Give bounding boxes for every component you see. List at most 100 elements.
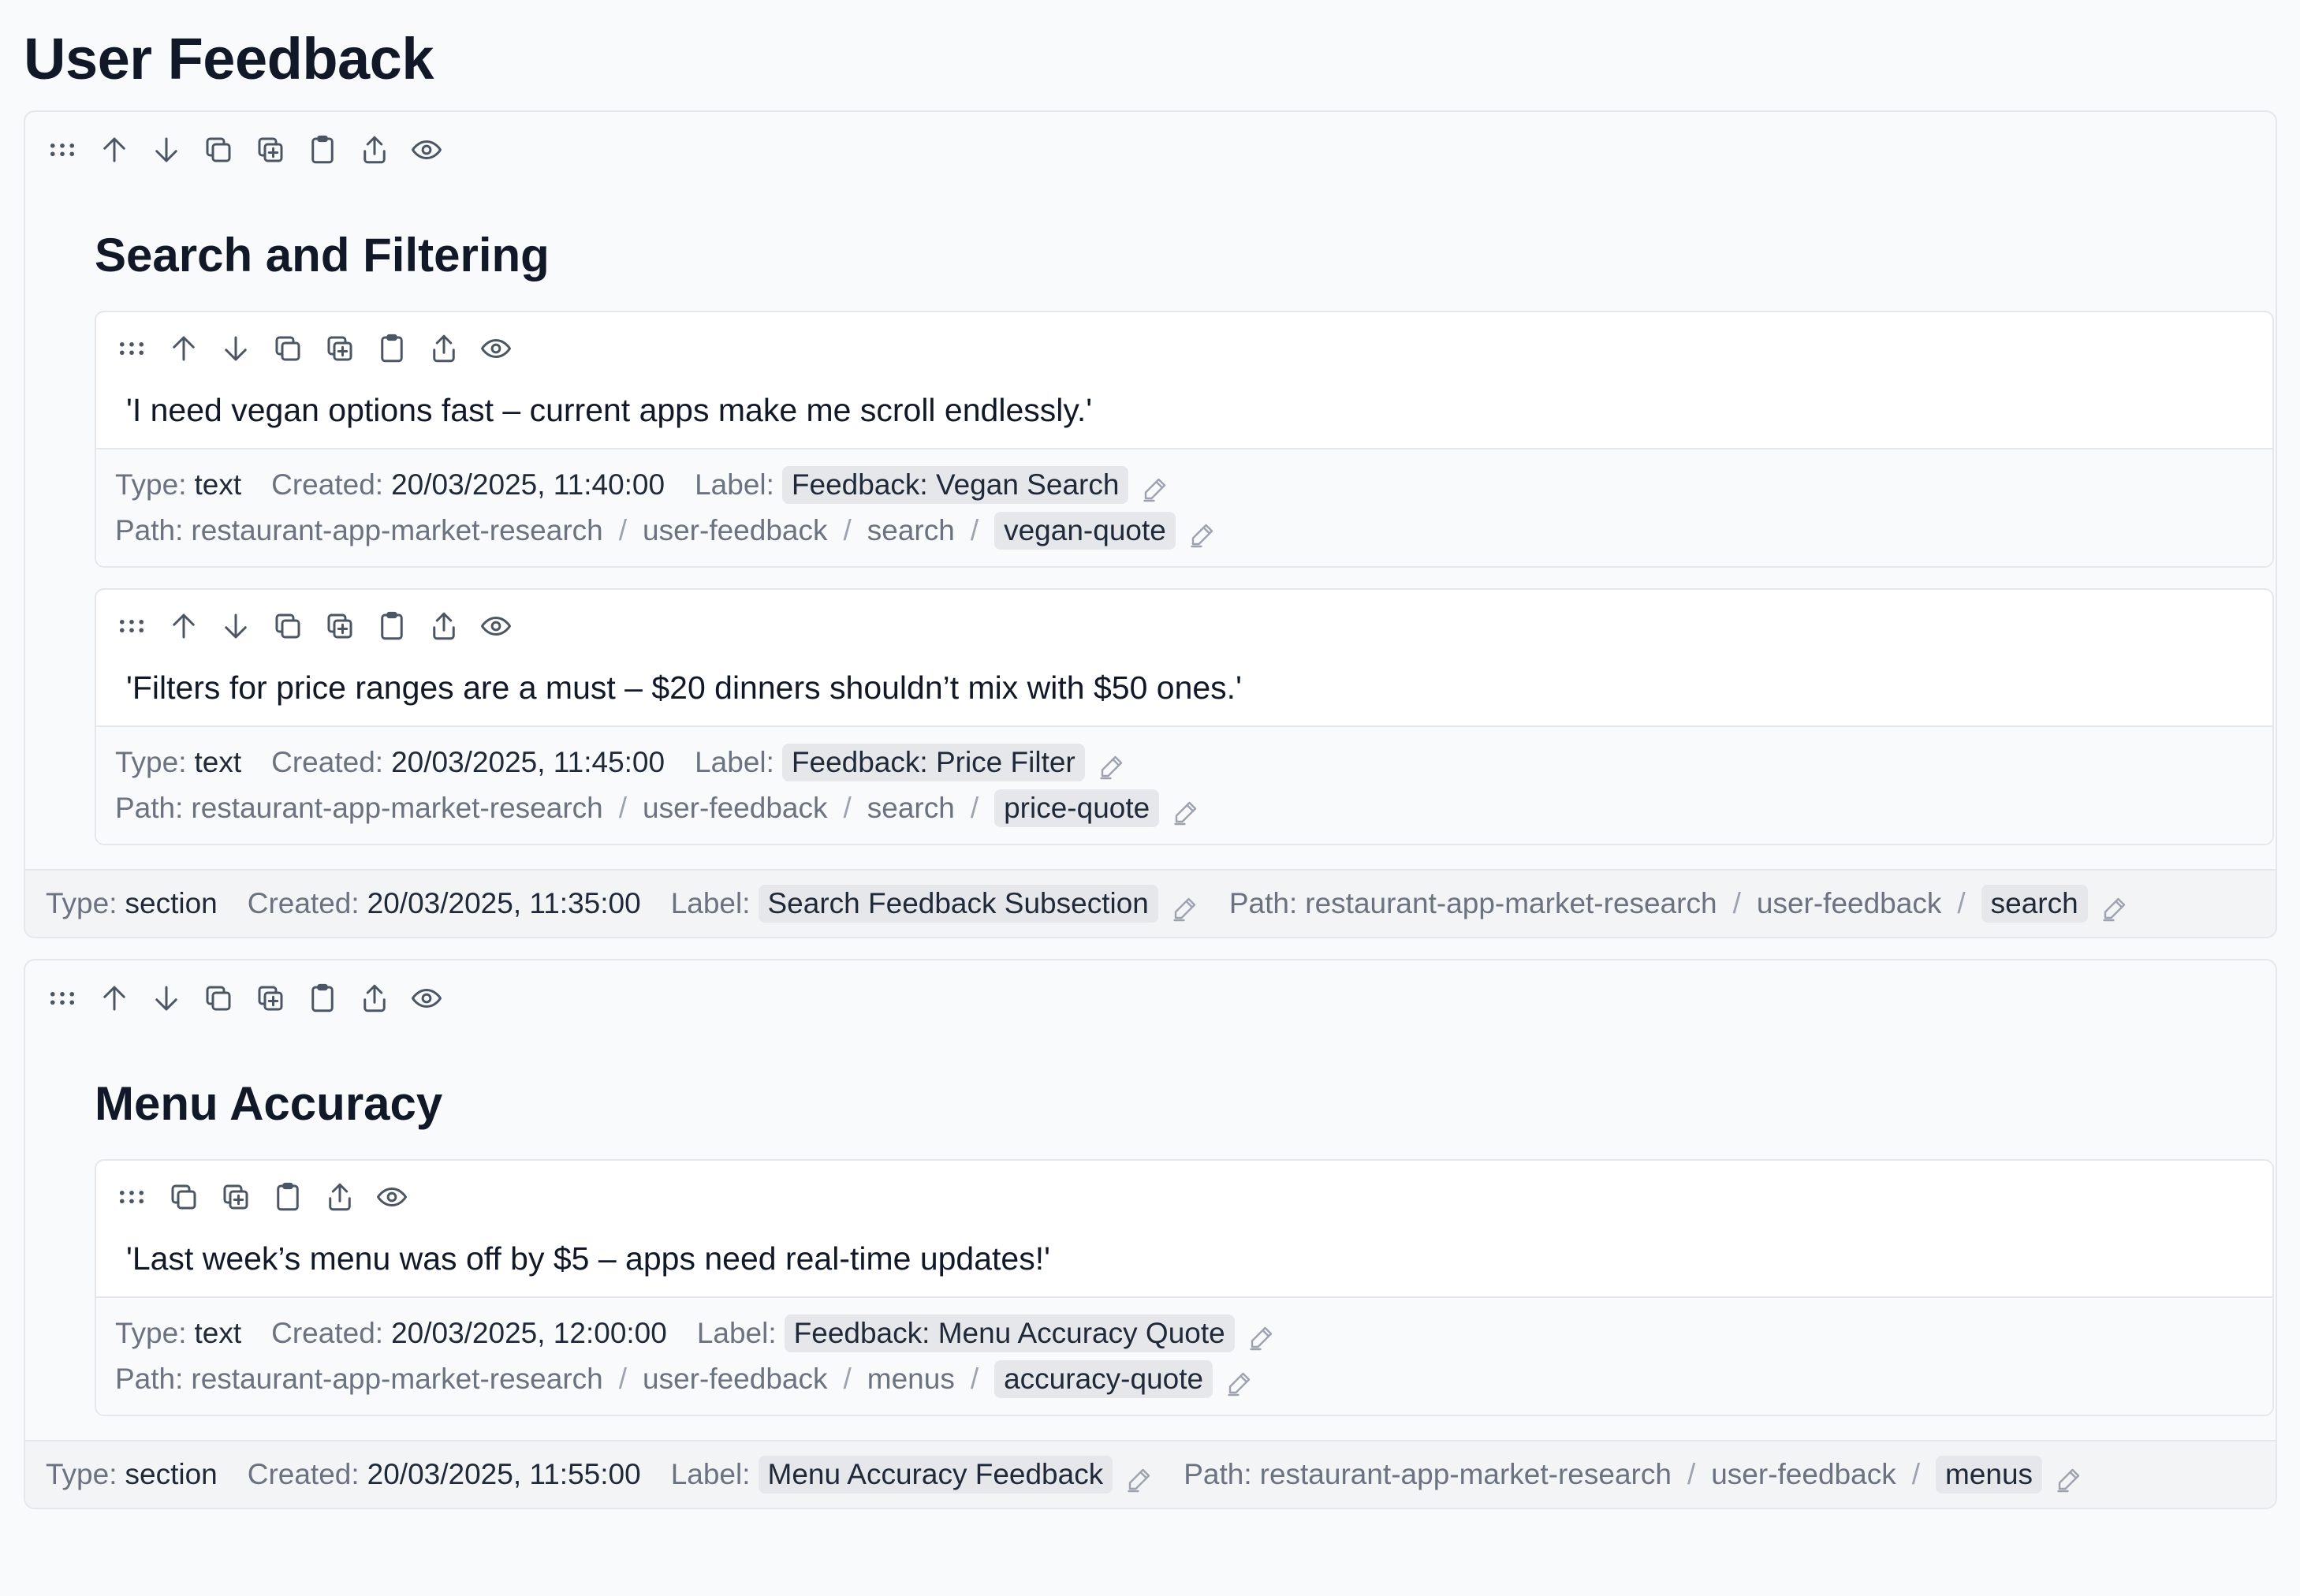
path-segment[interactable]: restaurant-app-market-research bbox=[191, 785, 602, 831]
pencil-icon[interactable] bbox=[1141, 471, 1169, 502]
pencil-icon[interactable] bbox=[1171, 889, 1199, 922]
eye-icon[interactable] bbox=[479, 328, 531, 369]
path-segment[interactable]: restaurant-app-market-research bbox=[1260, 1451, 1672, 1498]
pencil-icon[interactable] bbox=[1188, 516, 1217, 548]
eye-icon[interactable] bbox=[410, 129, 462, 170]
clipboard-icon[interactable] bbox=[306, 129, 358, 170]
created-value: 20/03/2025, 11:40:00 bbox=[391, 468, 665, 501]
copy-icon[interactable] bbox=[202, 129, 254, 170]
duplicate-icon[interactable] bbox=[323, 328, 375, 369]
export-icon[interactable] bbox=[358, 978, 410, 1019]
eye-icon[interactable] bbox=[375, 1176, 427, 1218]
export-icon[interactable] bbox=[427, 328, 479, 369]
clipboard-icon[interactable] bbox=[271, 1176, 323, 1218]
section-title: Menu Accuracy bbox=[95, 1077, 443, 1130]
copy-icon[interactable] bbox=[271, 606, 323, 647]
path-segment[interactable]: user-feedback bbox=[643, 508, 827, 554]
type-key: Type: bbox=[46, 887, 117, 919]
arrow-down-icon[interactable] bbox=[150, 978, 202, 1019]
clipboard-icon[interactable] bbox=[375, 328, 427, 369]
block-text[interactable]: 'Filters for price ranges are a must – $… bbox=[126, 667, 2253, 708]
page: User Feedback Search and Filtering 'I ne… bbox=[0, 0, 2300, 1596]
path-segment[interactable]: user-feedback bbox=[643, 785, 827, 831]
path-key: Path: bbox=[115, 1363, 184, 1395]
created-key: Created: bbox=[247, 887, 360, 919]
label-chip: Feedback: Vegan Search bbox=[781, 466, 1129, 504]
copy-icon[interactable] bbox=[271, 328, 323, 369]
path-segment[interactable]: search bbox=[867, 508, 955, 554]
arrow-up-icon[interactable] bbox=[167, 328, 219, 369]
type-key: Type: bbox=[46, 1458, 117, 1490]
drag-handle-icon[interactable] bbox=[115, 328, 167, 369]
created-value: 20/03/2025, 11:55:00 bbox=[367, 1458, 641, 1490]
copy-icon[interactable] bbox=[167, 1176, 219, 1218]
path-separator: / bbox=[1687, 1458, 1696, 1490]
export-icon[interactable] bbox=[323, 1176, 375, 1218]
slug-chip: accuracy-quote bbox=[994, 1360, 1213, 1398]
pencil-icon[interactable] bbox=[1225, 1365, 1254, 1396]
path-segment[interactable]: search bbox=[867, 785, 955, 831]
created-key: Created: bbox=[247, 1458, 360, 1490]
export-icon[interactable] bbox=[358, 129, 410, 170]
block-text[interactable]: 'Last week’s menu was off by $5 – apps n… bbox=[126, 1238, 2253, 1279]
pencil-icon[interactable] bbox=[2101, 889, 2129, 922]
path-separator: / bbox=[618, 514, 628, 546]
label-key: Label: bbox=[695, 746, 774, 778]
export-icon[interactable] bbox=[427, 606, 479, 647]
pencil-icon[interactable] bbox=[1172, 794, 1200, 826]
drag-handle-icon[interactable] bbox=[46, 978, 98, 1019]
arrow-down-icon[interactable] bbox=[219, 328, 271, 369]
path-separator: / bbox=[1732, 887, 1741, 919]
type-key: Type: bbox=[115, 1317, 187, 1349]
clipboard-icon[interactable] bbox=[306, 978, 358, 1019]
path-segment[interactable]: user-feedback bbox=[1757, 880, 1941, 927]
pencil-icon[interactable] bbox=[1098, 748, 1126, 780]
path-key: Path: bbox=[115, 792, 184, 824]
path-segment[interactable]: restaurant-app-market-research bbox=[191, 1356, 602, 1402]
type-value: text bbox=[194, 1317, 242, 1349]
text-block: 'Last week’s menu was off by $5 – apps n… bbox=[95, 1159, 2274, 1416]
block-toolbar bbox=[115, 1176, 2253, 1218]
type-value: text bbox=[194, 746, 242, 778]
block-toolbar bbox=[115, 328, 2253, 369]
slug-chip: search bbox=[1981, 885, 2088, 923]
pencil-icon[interactable] bbox=[2055, 1460, 2083, 1493]
path-segment[interactable]: menus bbox=[867, 1356, 955, 1402]
created-key: Created: bbox=[271, 1317, 384, 1349]
path-separator: / bbox=[618, 1363, 628, 1395]
slug-chip: vegan-quote bbox=[994, 512, 1176, 550]
drag-handle-icon[interactable] bbox=[115, 606, 167, 647]
path-segment[interactable]: user-feedback bbox=[1711, 1451, 1896, 1498]
copy-icon[interactable] bbox=[202, 978, 254, 1019]
path-separator: / bbox=[843, 514, 852, 546]
path-segment[interactable]: restaurant-app-market-research bbox=[191, 508, 602, 554]
arrow-up-icon[interactable] bbox=[98, 129, 150, 170]
eye-icon[interactable] bbox=[410, 978, 462, 1019]
duplicate-icon[interactable] bbox=[219, 1176, 271, 1218]
duplicate-icon[interactable] bbox=[254, 978, 306, 1019]
arrow-up-icon[interactable] bbox=[167, 606, 219, 647]
path-segment[interactable]: restaurant-app-market-research bbox=[1305, 880, 1717, 927]
arrow-down-icon[interactable] bbox=[150, 129, 202, 170]
arrow-up-icon[interactable] bbox=[98, 978, 150, 1019]
eye-icon[interactable] bbox=[479, 606, 531, 647]
block-meta: Type: text Created: 20/03/2025, 11:45:00… bbox=[96, 725, 2272, 844]
text-block: 'Filters for price ranges are a must – $… bbox=[95, 588, 2274, 845]
duplicate-icon[interactable] bbox=[323, 606, 375, 647]
pencil-icon[interactable] bbox=[1125, 1460, 1154, 1493]
path-separator: / bbox=[970, 514, 979, 546]
drag-handle-icon[interactable] bbox=[115, 1176, 167, 1218]
duplicate-icon[interactable] bbox=[254, 129, 306, 170]
text-block: 'I need vegan options fast – current app… bbox=[95, 311, 2274, 568]
section-toolbar bbox=[46, 978, 2255, 1019]
clipboard-icon[interactable] bbox=[375, 606, 427, 647]
pencil-icon[interactable] bbox=[1247, 1319, 1276, 1351]
arrow-down-icon[interactable] bbox=[219, 606, 271, 647]
drag-handle-icon[interactable] bbox=[46, 129, 98, 170]
path-separator: / bbox=[970, 1363, 979, 1395]
path-separator: / bbox=[618, 792, 628, 824]
label-chip: Feedback: Menu Accuracy Quote bbox=[784, 1314, 1235, 1352]
path-key: Path: bbox=[115, 514, 184, 546]
block-text[interactable]: 'I need vegan options fast – current app… bbox=[126, 390, 2253, 431]
path-segment[interactable]: user-feedback bbox=[643, 1356, 827, 1402]
